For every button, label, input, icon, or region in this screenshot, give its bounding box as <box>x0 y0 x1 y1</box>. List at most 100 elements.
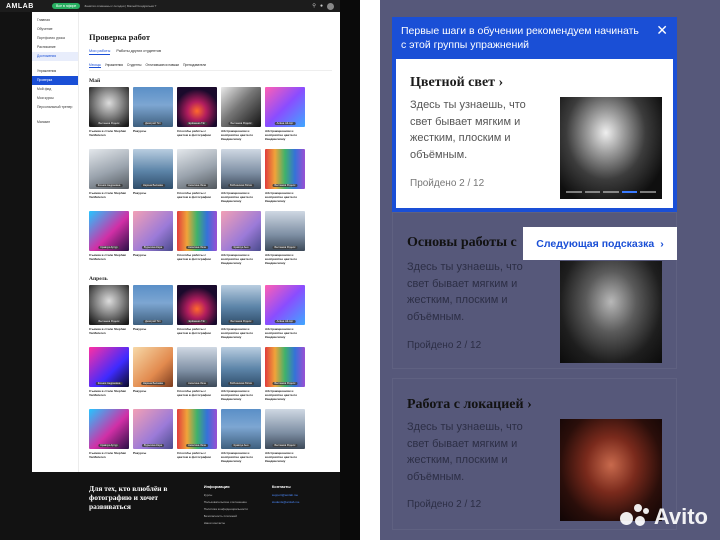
work-card[interactable]: Ерёменко Тёт Способы работы с цветом в фо… <box>177 87 217 145</box>
month-heading: Апрель <box>89 276 108 282</box>
sidebar-item-home[interactable]: Главная <box>32 16 78 25</box>
exercise-description: Здесь ты узнаешь, что свет бывает мягким… <box>407 261 523 323</box>
bell-icon[interactable]: ● <box>320 3 323 9</box>
avito-logo-icon <box>619 504 650 530</box>
work-card[interactable]: Ерёменко Тёт Способы работы с цветом в фо… <box>177 285 217 343</box>
work-card[interactable]: Бурыгина Кира Ракурсы <box>133 409 173 467</box>
work-card[interactable]: Ангелина Лиза Способы работы с цветом в ф… <box>177 211 217 269</box>
watermark: Avito <box>619 504 708 530</box>
exercise-progress: Пройдено 2 / 12 <box>410 178 485 189</box>
sidebar-item-exercises[interactable]: Упражнения <box>32 67 78 76</box>
chevron-right-icon: › <box>527 397 532 412</box>
work-card[interactable]: Кравчук Артур Съемка в стиле Stephan Vanf… <box>89 409 129 467</box>
avatar[interactable] <box>327 2 334 10</box>
chevron-right-icon: › <box>660 237 664 250</box>
work-card[interactable]: Ксения Андреевна Съемка в стиле Stephan V… <box>89 347 129 405</box>
exercise-title[interactable]: Основы работы с <box>407 235 517 251</box>
work-card[interactable]: Бесланов Роделс Съемка в стиле Stephan Va… <box>89 285 129 343</box>
sidebar-item-portfolio[interactable]: Портфолио урока <box>32 34 78 43</box>
work-card[interactable]: Бесланов Роделс Съемка в стиле Stephan Va… <box>89 87 129 145</box>
footer-link[interactable]: Политика конфиденциальности <box>204 507 262 511</box>
sidebar-item-shop[interactable]: Магазин <box>32 118 78 127</box>
work-card[interactable]: Бесланов Роделс Абстракционизм и восприят… <box>265 211 305 269</box>
footer-contacts-title: Контакты <box>271 484 291 489</box>
exercise-progress: Пройдено 2 / 12 <box>407 499 482 510</box>
footer-link[interactable]: Безопасность платежей <box>204 514 262 518</box>
footer-hero: Для тех, кто влюблён в фотографию и хоче… <box>89 484 168 511</box>
works-grid-may: Бесланов Роделс Съемка в стиле Stephan Va… <box>89 87 332 269</box>
next-hint-label: Следующая подсказка <box>536 237 655 250</box>
sidebar-item-review[interactable]: Проверка <box>32 76 78 85</box>
page-overview-screenshot: AMLAB Все в эфире Занятия отменены с сег… <box>0 0 360 540</box>
work-card[interactable]: Дмитрий Тёт Ракурсы <box>133 87 173 145</box>
work-card[interactable]: Кравчук Аня Абстракционизм и восприятие ц… <box>221 409 261 467</box>
work-card[interactable]: Бесланов Роделс Абстракционизм и восприят… <box>265 409 305 467</box>
footer-contacts: Контакты support@amlab.me students@amlab… <box>272 484 330 528</box>
work-card[interactable]: Алёна Ай-Арт Абстракционизм и восприятие … <box>265 285 305 343</box>
work-card[interactable]: Бесланов Роделс Абстракционизм и восприят… <box>265 149 305 207</box>
top-icons: ⚲ ● <box>312 2 334 10</box>
carousel-dots <box>566 191 656 193</box>
sidebar-item-achievements[interactable]: Достижения <box>32 52 78 61</box>
tab-my-works[interactable]: Мои работы <box>89 49 111 55</box>
work-card[interactable]: Бесланов Роделс Абстракционизм и восприят… <box>221 87 261 145</box>
top-note: Занятия отменены с сегодня | Малый Кондр… <box>84 4 157 8</box>
work-card[interactable]: Ангелина Лиза Способы работы с цветом в ф… <box>177 347 217 405</box>
page-title: Проверка работ <box>89 32 151 42</box>
work-card[interactable]: Дмитрий Тёт Ракурсы <box>133 285 173 343</box>
work-card[interactable]: Ангелина Лиза Способы работы с цветом в ф… <box>177 149 217 207</box>
scroll-gutter <box>340 0 360 540</box>
footer-link[interactable]: Наши контакты <box>204 521 262 525</box>
work-card[interactable]: Ангелина Лиза Способы работы с цветом в ф… <box>177 409 217 467</box>
next-hint-button[interactable]: Следующая подсказка › <box>523 227 677 260</box>
footer-email[interactable]: students@amlab.me <box>272 500 330 504</box>
work-card[interactable]: Карина Беляева Ракурсы <box>133 149 173 207</box>
exercise-progress: Пройдено 2 / 12 <box>407 340 482 351</box>
sidebar-item-courses[interactable]: Мои курсы <box>32 94 78 103</box>
exercise-description: Здесь ты узнаешь, что свет бывает мягким… <box>407 421 523 483</box>
live-pill[interactable]: Все в эфире <box>52 3 81 9</box>
filter-exercises[interactable]: Упражнения <box>105 63 123 68</box>
footer: Для тех, кто влюблён в фотографию и хоче… <box>79 472 340 540</box>
top-bar: AMLAB Все в эфире Занятия отменены с сег… <box>0 0 340 12</box>
footer-info: Информация Курсы Пользовательское соглаш… <box>204 484 262 528</box>
footer-link[interactable]: Пользовательское соглашение <box>204 500 262 504</box>
exercise-title[interactable]: Работа с локацией › <box>407 397 532 413</box>
work-card[interactable]: Бобчинская Юлия Абстракционизм и восприят… <box>221 347 261 405</box>
exercise-card-highlighted[interactable]: Цветной свет › Здесь ты узнаешь, что све… <box>392 59 677 212</box>
footer-info-title: Информация <box>203 484 230 489</box>
work-card[interactable]: Бесланов Роделс Абстракционизм и восприят… <box>265 347 305 405</box>
sidebar-item-schedule[interactable]: Расписание <box>32 43 78 52</box>
onboarding-tip: Первые шаги в обучении рекомендуем начин… <box>392 17 677 59</box>
filter-months[interactable]: Месяцы <box>89 63 101 68</box>
work-card[interactable]: Бесланов Роделс Абстракционизм и восприят… <box>221 285 261 343</box>
work-card[interactable]: Бобчинская Юлия Абстракционизм и восприят… <box>221 149 261 207</box>
close-icon[interactable]: ✕ <box>656 23 668 37</box>
sidebar-item-trainer[interactable]: Персональный тренер <box>32 103 78 112</box>
month-heading: Май <box>89 78 101 84</box>
tip-text: Первые шаги в обучении рекомендуем начин… <box>401 25 639 51</box>
work-card[interactable]: Карина Беляева Ракурсы <box>133 347 173 405</box>
work-card[interactable]: Бурыгина Кира Ракурсы <box>133 211 173 269</box>
footer-link[interactable]: Курсы <box>204 493 262 497</box>
filter-skills[interactable]: Отличившиеся навыки <box>145 63 179 68</box>
filter-teachers[interactable]: Преподаватели <box>183 63 206 68</box>
exercise-title[interactable]: Цветной свет › <box>410 75 503 91</box>
tab-other-works[interactable]: Работы других студентов <box>116 49 161 55</box>
exercise-cover-image <box>560 97 662 199</box>
work-card[interactable]: Ксения Андреевна Съемка в стиле Stephan V… <box>89 149 129 207</box>
exercise-cover-image <box>560 261 662 363</box>
main-content: Проверка работ Мои работы Работы других … <box>79 12 340 472</box>
search-icon[interactable]: ⚲ <box>312 3 316 9</box>
sidebar-item-learning[interactable]: Обучение <box>32 25 78 34</box>
work-card[interactable]: Алёна Ай-Арт Абстракционизм и восприятие … <box>265 87 305 145</box>
work-card[interactable]: Кравчук Артур Съемка в стиле Stephan Vanf… <box>89 211 129 269</box>
footer-email[interactable]: support@amlab.me <box>272 493 330 497</box>
logo[interactable]: AMLAB <box>6 3 52 10</box>
filter-students[interactable]: Студенты <box>127 63 141 68</box>
sidebar: Главная Обучение Портфолио урока Расписа… <box>32 12 79 472</box>
sidebar-item-feed[interactable]: Мой фид <box>32 85 78 94</box>
work-card[interactable]: Кравчук Аня Абстракционизм и восприятие ц… <box>221 211 261 269</box>
exercise-description: Здесь ты узнаешь, что свет бывает мягким… <box>410 99 526 161</box>
filter-tabs: Месяцы Упражнения Студенты Отличившиеся … <box>89 63 332 71</box>
